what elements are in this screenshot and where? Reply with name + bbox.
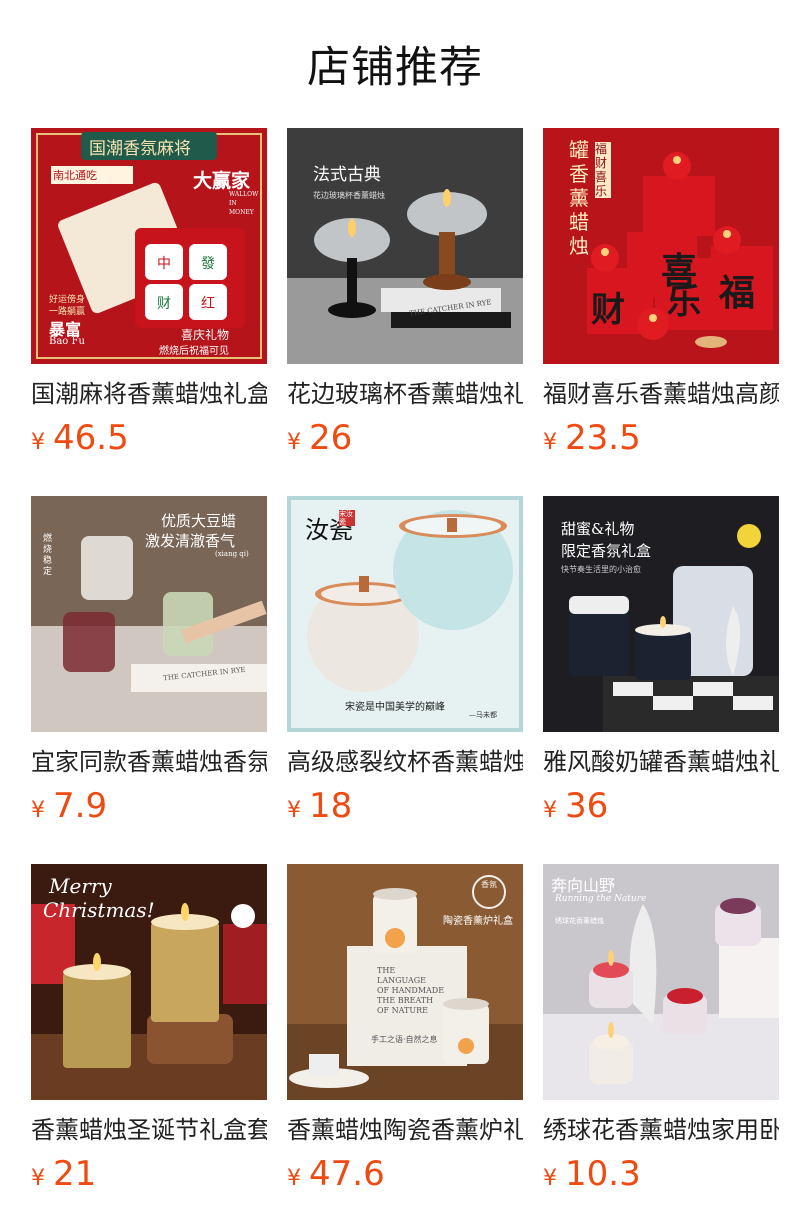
product-card[interactable]: Merry Christmas! 香薰蜡烛圣诞节礼盒套装 ¥ 21 (31, 864, 267, 1232)
image-char-le: 乐 (667, 282, 701, 322)
product-name[interactable]: 香薰蜡烛圣诞节礼盒套装 (31, 1114, 267, 1146)
product-price: ¥ 18 (287, 786, 523, 826)
product-image[interactable]: 中 發 财 红 国潮香氛麻将 南北通吃 大赢家 WALLOW IN MONEY … (31, 128, 267, 364)
product-price: ¥ 46.5 (31, 418, 267, 458)
image-char-fu: 福 (719, 272, 756, 314)
image-caption-text: 快节奏生活里的小治愈 (561, 565, 641, 574)
product-name[interactable]: 绣球花香薰蜡烛家用卧室 (543, 1114, 779, 1146)
currency-symbol: ¥ (287, 1166, 301, 1191)
svg-text:红: 红 (201, 296, 215, 312)
product-name[interactable]: 高级感裂纹杯香薰蜡烛礼盒 (287, 746, 523, 778)
currency-symbol: ¥ (543, 430, 557, 455)
price-value: 26 (309, 418, 353, 458)
product-card[interactable]: 奔向山野 Running the Nature 绣球花香薰蜡烛 绣球花香薰蜡烛家… (543, 864, 779, 1232)
price-value: 47.6 (309, 1154, 385, 1194)
price-value: 10.3 (565, 1154, 641, 1194)
product-card[interactable]: 香氛 陶瓷香薰炉礼盒 THE LANGUAGE OF HANDMADE THE … (287, 864, 523, 1232)
image-box-line-3: OF HANDMADE (377, 986, 445, 995)
image-subtitle-text: 花边玻璃杯香薰蜡烛 (313, 191, 385, 200)
image-badge-text: 宋汝瓷 (339, 510, 355, 526)
image-subline-text: WALLOW IN MONEY (229, 191, 259, 216)
product-image[interactable]: 奔向山野 Running the Nature 绣球花香薰蜡烛 (543, 864, 779, 1100)
price-value: 18 (309, 786, 353, 826)
price-value: 46.5 (53, 418, 129, 458)
product-card[interactable]: 法式古典 花边玻璃杯香薰蜡烛 THE CATCHER IN RYE 花边玻璃杯香… (287, 128, 523, 496)
product-price: ¥ 26 (287, 418, 523, 458)
image-box-line-6: 手工之语·自然之息 (371, 1035, 438, 1044)
product-price: ¥ 47.6 (287, 1154, 523, 1194)
image-title-text: 优质大豆蜡 (161, 512, 237, 530)
product-image[interactable]: Merry Christmas! (31, 864, 267, 1100)
product-image[interactable]: 香氛 陶瓷香薰炉礼盒 THE LANGUAGE OF HANDMADE THE … (287, 864, 523, 1100)
page-title: 店铺推荐 (307, 43, 483, 93)
product-image[interactable]: 优质大豆蜡 激发清澈香气 (xiang qi) 燃烧稳定 THE CATCHER… (31, 496, 267, 732)
image-tag-text: 南北通吃 (53, 169, 97, 182)
currency-symbol: ¥ (543, 1166, 557, 1191)
currency-symbol: ¥ (287, 798, 301, 823)
currency-symbol: ¥ (31, 430, 45, 455)
svg-text:中: 中 (157, 256, 171, 272)
product-card[interactable]: 优质大豆蜡 激发清澈香气 (xiang qi) 燃烧稳定 THE CATCHER… (31, 496, 267, 864)
product-image[interactable]: 汝瓷 宋汝瓷 宋瓷是中国美学的巅峰 —马未都 (287, 496, 523, 732)
product-grid: 中 發 财 红 国潮香氛麻将 南北通吃 大赢家 WALLOW IN MONEY … (31, 128, 779, 1232)
currency-symbol: ¥ (31, 1166, 45, 1191)
product-price: ¥ 7.9 (31, 786, 267, 826)
product-name[interactable]: 香薰蜡烛陶瓷香薰炉礼盒 (287, 1114, 523, 1146)
product-card[interactable]: 甜蜜&礼物 限定香氛礼盒 快节奏生活里的小治愈 雅风酸奶罐香薰蜡烛礼盒 ¥ 36 (543, 496, 779, 864)
image-caption-text: 绣球花香薰蜡烛 (555, 917, 604, 925)
image-subtitle-text: 限定香氛礼盒 (561, 542, 652, 560)
image-author-text: —马未都 (469, 711, 497, 719)
product-price: ¥ 23.5 (543, 418, 779, 458)
price-value: 21 (53, 1154, 97, 1194)
product-name[interactable]: 国潮麻将香薰蜡烛礼盒 (31, 378, 267, 410)
product-price: ¥ 21 (31, 1154, 267, 1194)
image-caption-text: 宋瓷是中国美学的巅峰 (345, 702, 445, 713)
price-value: 7.9 (53, 786, 108, 826)
product-card[interactable]: 罐香薰蜡烛 福财喜乐 喜 财 乐 福 福财喜乐香薰蜡烛高颜值 ¥ 23.5 (543, 128, 779, 496)
product-image[interactable]: 甜蜜&礼物 限定香氛礼盒 快节奏生活里的小治愈 (543, 496, 779, 732)
product-name[interactable]: 雅风酸奶罐香薰蜡烛礼盒 (543, 746, 779, 778)
image-vertical-badge: 福财喜乐 (595, 142, 611, 198)
image-title-text: Merry (49, 874, 112, 898)
image-seal-text: 香氛 (481, 880, 497, 889)
product-card[interactable]: 中 發 财 红 国潮香氛麻将 南北通吃 大赢家 WALLOW IN MONEY … (31, 128, 267, 496)
product-image[interactable]: 罐香薰蜡烛 福财喜乐 喜 财 乐 福 (543, 128, 779, 364)
image-pinyin-text: Bao Fu (49, 336, 85, 347)
header: 店铺推荐 (0, 0, 790, 128)
image-headline-text: 大赢家 (193, 170, 251, 192)
image-box-line-5: OF NATURE (377, 1006, 428, 1015)
product-name[interactable]: 宜家同款香薰蜡烛香氛礼盒 (31, 746, 267, 778)
image-subtitle-text: Christmas! (43, 898, 155, 922)
price-value: 23.5 (565, 418, 641, 458)
product-price: ¥ 36 (543, 786, 779, 826)
product-card[interactable]: 汝瓷 宋汝瓷 宋瓷是中国美学的巅峰 —马未都 高级感裂纹杯香薰蜡烛礼盒 ¥ 18 (287, 496, 523, 864)
image-right-text-2: 燃烧后祝福可见 (159, 346, 229, 357)
currency-symbol: ¥ (287, 430, 301, 455)
image-right-text-1: 喜庆礼物 (181, 328, 230, 342)
image-title-text: 甜蜜&礼物 (561, 520, 635, 538)
product-price: ¥ 10.3 (543, 1154, 779, 1194)
image-banner-text: 国潮香氛麻将 (89, 139, 191, 159)
image-subtitle-text: Running the Nature (555, 894, 647, 904)
image-title-text: 奔向山野 (551, 876, 616, 895)
price-value: 36 (565, 786, 609, 826)
image-box-line-4: THE BREATH (377, 996, 434, 1005)
currency-symbol: ¥ (31, 798, 45, 823)
image-side-text: 燃烧稳定 (43, 534, 53, 577)
product-image[interactable]: 法式古典 花边玻璃杯香薰蜡烛 THE CATCHER IN RYE (287, 128, 523, 364)
image-char-cai: 财 (591, 290, 625, 330)
image-vertical-text: 罐香薰蜡烛 (569, 138, 589, 258)
product-name[interactable]: 福财喜乐香薰蜡烛高颜值 (543, 378, 779, 410)
svg-text:發: 發 (201, 256, 215, 272)
svg-text:财: 财 (157, 296, 171, 312)
product-name[interactable]: 花边玻璃杯香薰蜡烛礼盒 (287, 378, 523, 410)
currency-symbol: ¥ (543, 798, 557, 823)
image-subtitle-text: 激发清澈香气 (145, 532, 236, 550)
image-box-line-1: THE (377, 966, 396, 975)
image-box-line-2: LANGUAGE (377, 976, 426, 985)
image-pinyin-text: (xiang qi) (215, 550, 249, 558)
image-title-text: 法式古典 (313, 165, 381, 185)
image-title-text: 陶瓷香薰炉礼盒 (443, 916, 513, 927)
